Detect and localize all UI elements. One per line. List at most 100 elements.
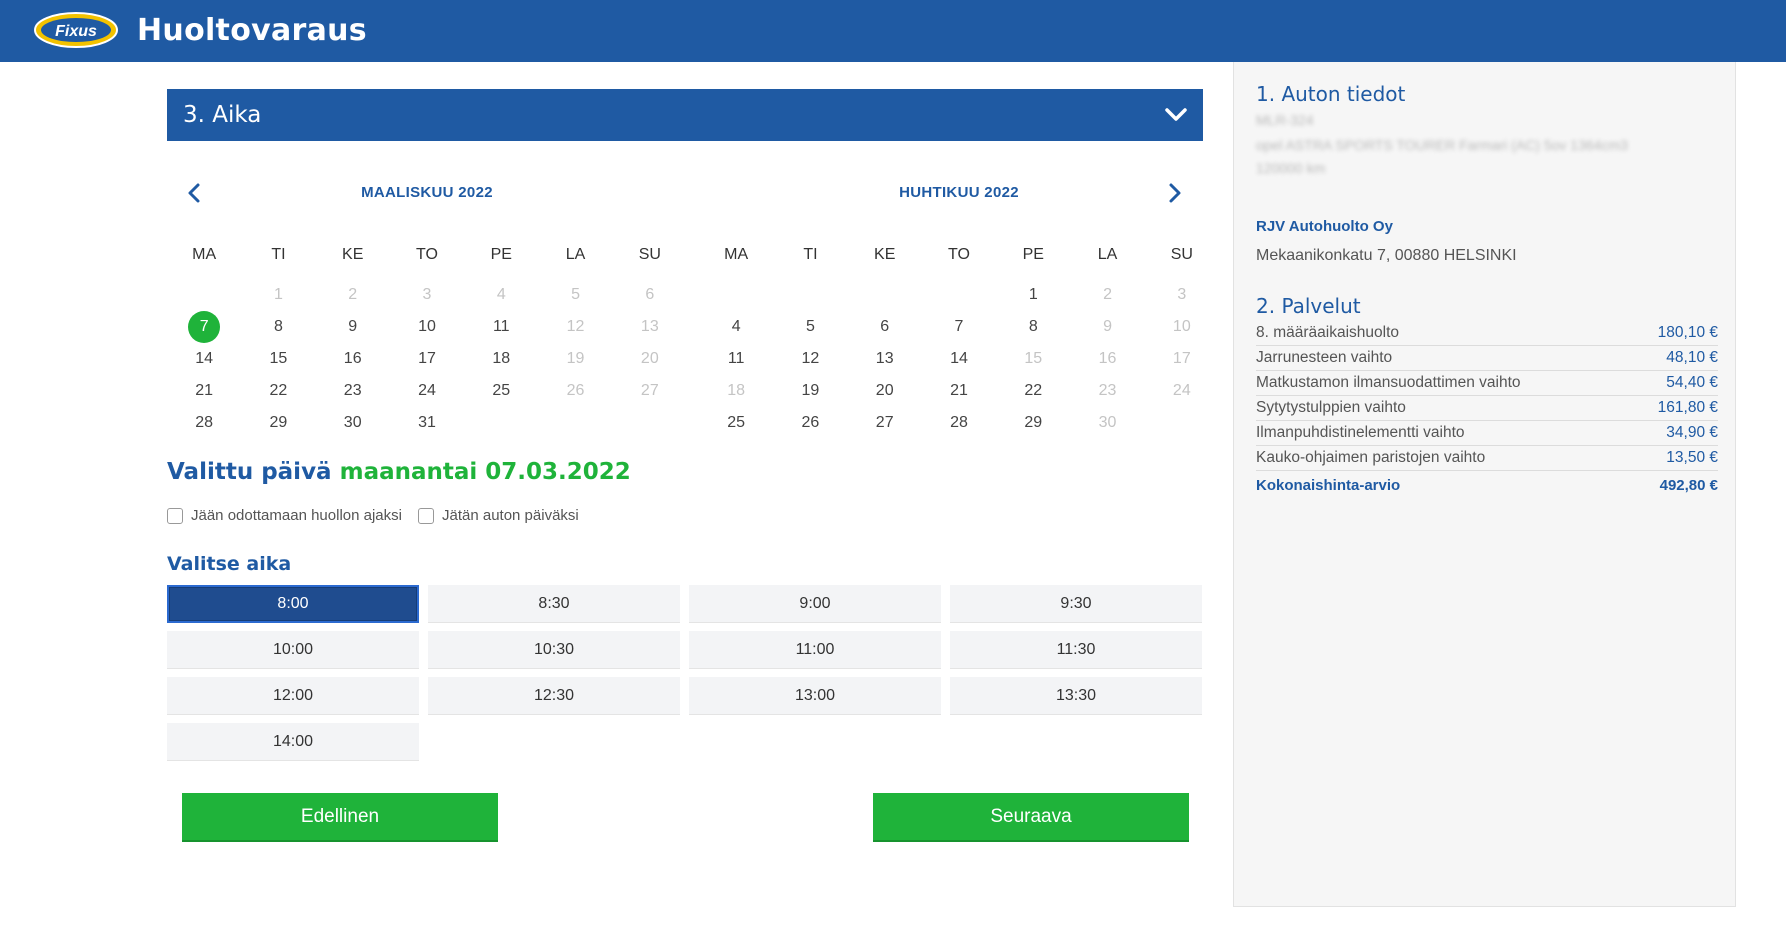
calendar-day[interactable]: 15 xyxy=(241,350,315,368)
weekday-label: TI xyxy=(271,246,286,263)
checkbox[interactable] xyxy=(167,507,183,524)
day-number: 10 xyxy=(418,318,436,335)
time-slot-button[interactable]: 11:00 xyxy=(689,631,941,669)
day-number: 21 xyxy=(950,382,968,399)
calendar-day[interactable]: 23 xyxy=(316,382,390,400)
weekday-label: PE xyxy=(490,246,512,263)
weekday-label: KE xyxy=(874,246,896,263)
calendar-day[interactable]: 29 xyxy=(996,414,1070,432)
time-slot-button[interactable]: 8:30 xyxy=(428,585,680,623)
calendar-day[interactable]: 19 xyxy=(773,382,847,400)
time-slot-button[interactable]: 13:30 xyxy=(950,677,1202,715)
calendar-day[interactable]: 24 xyxy=(390,382,464,400)
fixus-logo[interactable]: Fixus xyxy=(34,11,118,49)
time-slot-button[interactable]: 12:00 xyxy=(167,677,419,715)
service-row: Sytytystulppien vaihto 161,80 € xyxy=(1256,396,1718,421)
calendar-day[interactable]: 8 xyxy=(996,318,1070,336)
calendar-day-selected[interactable]: 7 xyxy=(167,311,241,343)
calendar-day[interactable]: 25 xyxy=(464,382,538,400)
next-button[interactable]: Seuraava xyxy=(873,793,1189,842)
calendar-day[interactable]: 28 xyxy=(167,414,241,432)
checkbox[interactable] xyxy=(417,507,434,524)
calendar-day-disabled: 5 xyxy=(538,286,612,304)
selected-date: Valittu päivä maanantai 07.03.2022 xyxy=(167,459,631,485)
calendar-day[interactable]: 22 xyxy=(996,382,1070,400)
day-number: 6 xyxy=(880,318,890,335)
service-row: 8. määräaikaishuolto 180,10 € xyxy=(1256,321,1718,346)
calendar-week: 28 29 30 31 xyxy=(167,407,687,439)
calendar-day[interactable]: 11 xyxy=(464,318,538,336)
day-number: 15 xyxy=(1024,350,1043,367)
calendar-day-disabled: 12 xyxy=(538,318,612,336)
day-number: 1 xyxy=(273,286,283,303)
day-number: 22 xyxy=(269,382,288,399)
calendar-day[interactable]: 30 xyxy=(316,414,390,432)
calendar-day[interactable]: 1 xyxy=(996,286,1070,304)
service-name: Ilmanpuhdistinelementti vaihto xyxy=(1256,424,1465,441)
previous-button[interactable]: Edellinen xyxy=(182,793,498,842)
time-slot-button[interactable]: 9:00 xyxy=(689,585,941,623)
calendar-day[interactable]: 31 xyxy=(390,414,464,432)
calendar-day[interactable]: 21 xyxy=(922,382,996,400)
day-number: 5 xyxy=(571,286,580,303)
time-slot-button[interactable]: 11:30 xyxy=(950,631,1202,669)
calendar-day[interactable]: 18 xyxy=(464,350,538,368)
time-slot-button[interactable]: 10:30 xyxy=(428,631,680,669)
calendar-day[interactable]: 4 xyxy=(699,318,773,336)
calendar-day[interactable]: 26 xyxy=(773,414,847,432)
option-wait-checkbox[interactable]: Jään odottamaan huollon ajaksi xyxy=(167,507,402,524)
day-number: 4 xyxy=(496,286,506,303)
calendar-day[interactable]: 25 xyxy=(699,414,773,432)
calendar-day[interactable]: 27 xyxy=(848,414,922,432)
day-number: 1 xyxy=(1028,286,1038,303)
calendar-day[interactable]: 20 xyxy=(848,382,922,400)
calendar-day[interactable]: 17 xyxy=(390,350,464,368)
calendar-day[interactable]: 11 xyxy=(699,350,773,368)
calendar-day[interactable]: 8 xyxy=(241,318,315,336)
day-number: 31 xyxy=(418,414,436,431)
day-number: 23 xyxy=(1098,382,1117,399)
time-slot-button[interactable]: 9:30 xyxy=(950,585,1202,623)
calendar-day[interactable]: 6 xyxy=(848,318,922,336)
total-label: Kokonaishinta-arvio xyxy=(1256,477,1401,494)
calendar-day[interactable]: 5 xyxy=(773,318,847,336)
service-price: 161,80 € xyxy=(1657,399,1718,416)
weekday-label: SU xyxy=(638,246,661,263)
calendar-day-disabled: 30 xyxy=(1070,414,1144,432)
total-row: Kokonaishinta-arvio 492,80 € xyxy=(1256,477,1718,494)
calendar-day[interactable]: 12 xyxy=(773,350,847,368)
calendar-day[interactable]: 9 xyxy=(316,318,390,336)
day-number: 13 xyxy=(640,318,659,335)
day-number: 12 xyxy=(801,350,820,367)
calendar-day[interactable]: 29 xyxy=(241,414,315,432)
calendar-day-disabled: 16 xyxy=(1070,350,1144,368)
day-number: 17 xyxy=(1172,350,1191,367)
day-number: 7 xyxy=(188,311,221,343)
calendar-day[interactable]: 28 xyxy=(922,414,996,432)
calendar-day[interactable]: 22 xyxy=(241,382,315,400)
day-number: 18 xyxy=(727,382,746,399)
day-number: 14 xyxy=(950,350,968,367)
time-slot-button[interactable]: 14:00 xyxy=(167,723,419,761)
calendar-day[interactable]: 16 xyxy=(316,350,390,368)
calendar-day[interactable]: 14 xyxy=(167,350,241,368)
calendar-day[interactable]: 14 xyxy=(922,350,996,368)
day-number: 3 xyxy=(422,286,432,303)
day-number: 27 xyxy=(875,414,894,431)
day-number: 29 xyxy=(269,414,288,431)
option-leave-checkbox[interactable]: Jätän auton päiväksi xyxy=(417,507,579,524)
time-slot-button[interactable]: 8:00 xyxy=(167,585,419,623)
calendar-day[interactable]: 10 xyxy=(390,318,464,336)
day-number: 11 xyxy=(727,350,745,367)
service-row: Jarrunesteen vaihto 48,10 € xyxy=(1256,346,1718,371)
day-number: 8 xyxy=(1028,318,1038,335)
calendar-day[interactable]: 13 xyxy=(848,350,922,368)
services-list: 8. määräaikaishuolto 180,10 € Jarrunesteen… xyxy=(1256,321,1718,494)
calendar-day[interactable]: 21 xyxy=(167,382,241,400)
main-content: 3. Aika MAALISKUU 2022 MA TI KE TO PE LA SU 1 2 3… xyxy=(167,89,1203,842)
day-number: 7 xyxy=(954,318,964,335)
time-slot-button[interactable]: 12:30 xyxy=(428,677,680,715)
time-slot-button[interactable]: 13:00 xyxy=(689,677,941,715)
calendar-day[interactable]: 7 xyxy=(922,318,996,336)
time-slot-button[interactable]: 10:00 xyxy=(167,631,419,669)
